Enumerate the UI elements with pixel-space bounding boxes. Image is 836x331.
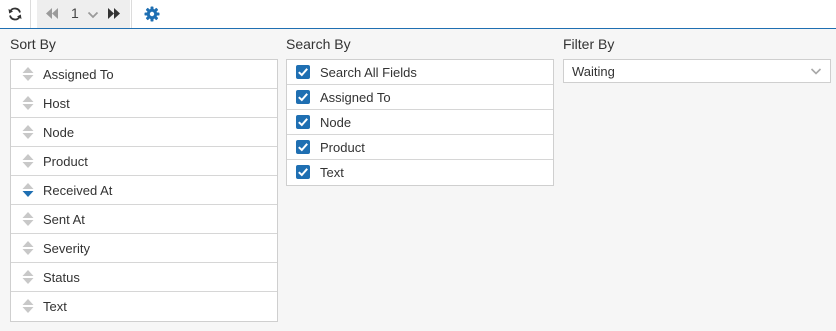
sort-both-icon [22, 212, 34, 226]
sort-item-assigned-to[interactable]: Assigned To [11, 60, 277, 89]
sort-both-icon [22, 96, 34, 110]
search-item-label: Search All Fields [320, 65, 417, 80]
toolbar-divider [30, 0, 31, 28]
page-number[interactable]: 1 [71, 5, 79, 21]
sort-both-icon [22, 241, 34, 255]
last-page-button[interactable] [107, 7, 121, 23]
search-item-product[interactable]: Product [287, 135, 553, 160]
toolbar-divider [131, 0, 132, 28]
search-item-label: Product [320, 140, 365, 155]
sort-both-icon [22, 299, 34, 313]
sort-descending-icon [22, 183, 34, 197]
search-item-node[interactable]: Node [287, 110, 553, 135]
pager: 1 [37, 0, 130, 28]
sort-by-title: Sort By [10, 36, 56, 52]
sort-item-label: Product [43, 154, 88, 169]
search-item-all-fields[interactable]: Search All Fields [287, 60, 553, 85]
sort-item-label: Severity [43, 241, 90, 256]
filter-selected-value: Waiting [572, 64, 615, 79]
search-by-title: Search By [286, 36, 351, 52]
sort-both-icon [22, 67, 34, 81]
sort-item-status[interactable]: Status [11, 263, 277, 292]
sort-item-label: Assigned To [43, 67, 114, 82]
search-item-label: Node [320, 115, 352, 130]
search-item-text[interactable]: Text [287, 160, 553, 185]
filter-by-title: Filter By [563, 36, 615, 52]
checkbox[interactable] [296, 90, 310, 104]
checkmark-icon [298, 93, 308, 102]
sort-item-severity[interactable]: Severity [11, 234, 277, 263]
gear-icon [144, 6, 160, 22]
sort-both-icon [22, 125, 34, 139]
sort-item-received-at[interactable]: Received At [11, 176, 277, 205]
chevron-down-icon [810, 68, 822, 75]
checkbox[interactable] [296, 65, 310, 79]
sort-list: Assigned To Host Node Product Received A… [10, 59, 278, 322]
first-page-button[interactable] [45, 7, 59, 23]
search-item-label: Text [320, 165, 344, 180]
sort-item-product[interactable]: Product [11, 147, 277, 176]
settings-button[interactable] [142, 0, 162, 28]
sort-item-label: Status [43, 270, 80, 285]
first-page-icon [46, 8, 58, 19]
sort-item-label: Sent At [43, 212, 85, 227]
page-dropdown[interactable] [87, 8, 99, 23]
checkmark-icon [298, 168, 308, 177]
sort-item-text[interactable]: Text [11, 292, 277, 321]
sort-both-icon [22, 154, 34, 168]
refresh-button[interactable] [0, 0, 30, 28]
search-item-label: Assigned To [320, 90, 391, 105]
chevron-down-icon [87, 11, 99, 19]
search-list: Search All Fields Assigned To Node Produ… [286, 59, 554, 186]
sort-item-host[interactable]: Host [11, 89, 277, 118]
filter-select[interactable]: Waiting [563, 59, 831, 83]
sort-item-label: Text [43, 299, 67, 314]
sort-item-label: Host [43, 96, 70, 111]
sort-item-label: Received At [43, 183, 113, 198]
sort-item-node[interactable]: Node [11, 118, 277, 147]
checkmark-icon [298, 118, 308, 127]
search-item-assigned-to[interactable]: Assigned To [287, 85, 553, 110]
checkmark-icon [298, 143, 308, 152]
checkbox[interactable] [296, 115, 310, 129]
sort-item-sent-at[interactable]: Sent At [11, 205, 277, 234]
refresh-icon [8, 7, 22, 21]
sort-item-label: Node [43, 125, 75, 140]
toolbar: 1 [0, 0, 836, 29]
checkbox[interactable] [296, 140, 310, 154]
checkbox[interactable] [296, 165, 310, 179]
sort-both-icon [22, 270, 34, 284]
checkmark-icon [298, 68, 308, 77]
last-page-icon [108, 8, 120, 19]
